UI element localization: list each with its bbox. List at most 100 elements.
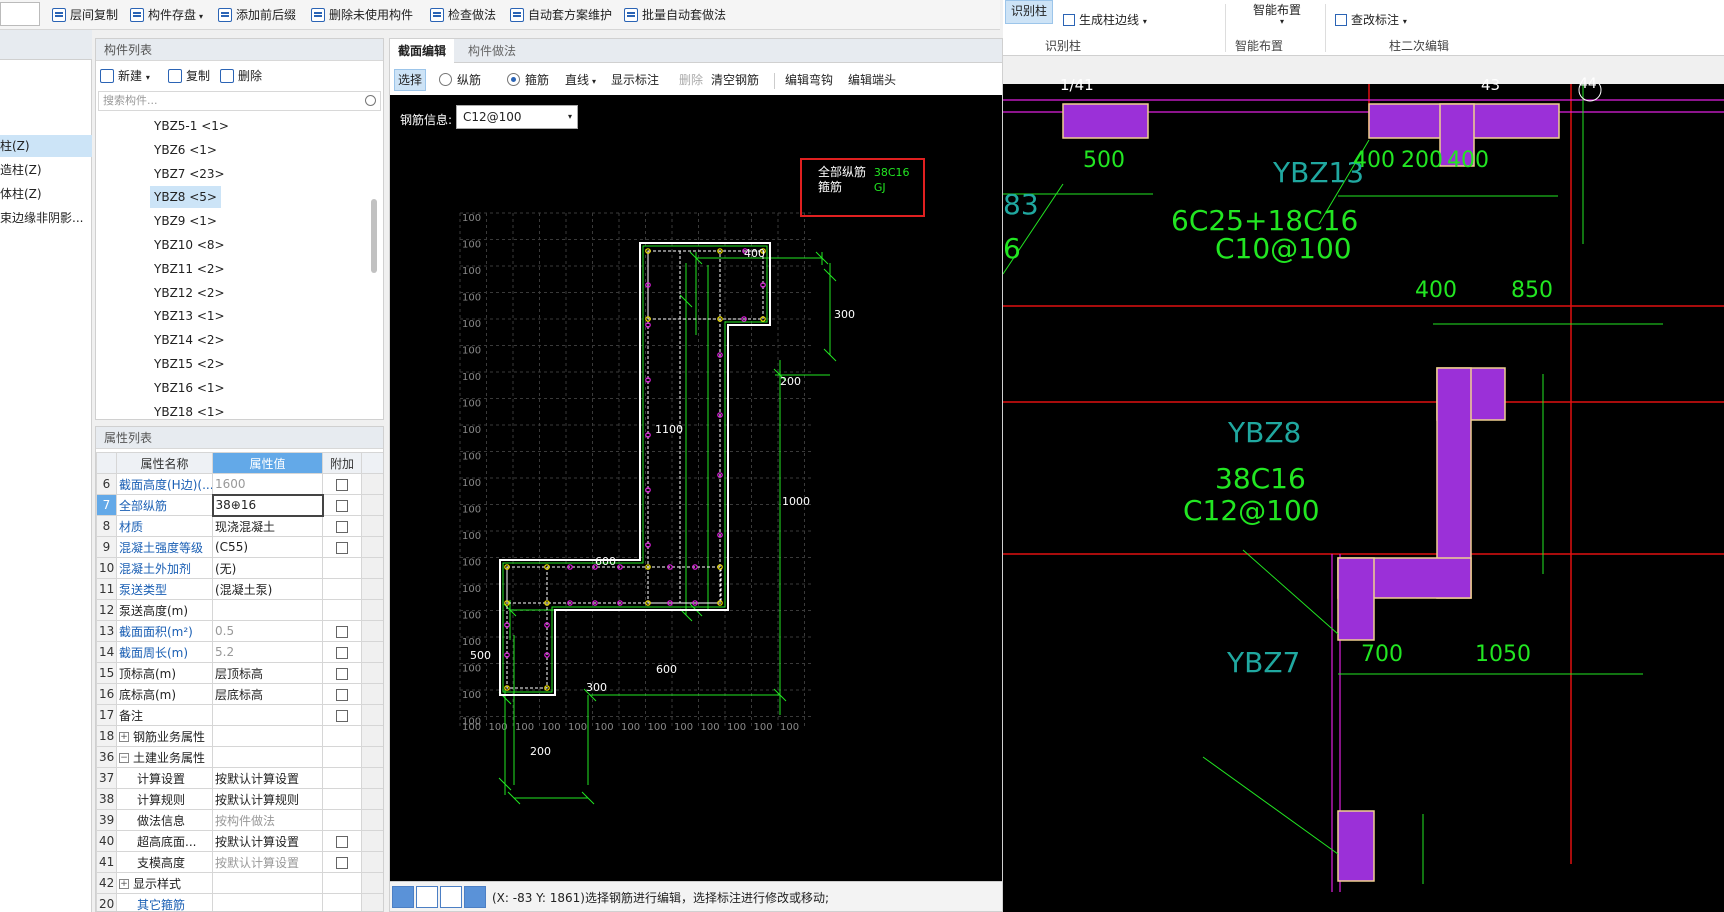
property-extra-cell[interactable] bbox=[322, 662, 362, 684]
property-row[interactable]: 9 混凝土强度等级 (C55) bbox=[96, 536, 383, 558]
property-value[interactable]: (混凝土泵) bbox=[212, 578, 323, 600]
property-value[interactable] bbox=[212, 746, 323, 768]
property-extra-cell[interactable] bbox=[322, 830, 362, 852]
snap-midpoint-icon[interactable] bbox=[464, 886, 486, 908]
property-extra-cell[interactable] bbox=[322, 683, 362, 705]
cad-drawing-area[interactable]: 1/41 43 44 YBZ13 6C25+18C16 C10@100 YBZ8… bbox=[1003, 76, 1724, 912]
edit-hook-button[interactable]: 编辑弯钩 bbox=[782, 69, 836, 91]
cad-label-ybz8[interactable]: YBZ8 bbox=[1228, 416, 1301, 449]
checkbox-icon[interactable] bbox=[336, 709, 348, 722]
property-extra-cell[interactable] bbox=[322, 704, 362, 726]
cad-dim[interactable]: 400 bbox=[1353, 148, 1395, 173]
tree-item-constructional-column[interactable]: 造柱(Z) bbox=[0, 159, 92, 181]
property-extra-cell[interactable] bbox=[322, 641, 362, 663]
property-value[interactable]: (C55) bbox=[212, 536, 323, 558]
snap-line-icon[interactable] bbox=[416, 886, 438, 908]
rebar-info-select[interactable]: C12@100 ▾ bbox=[456, 105, 578, 129]
cad-dim[interactable]: 850 bbox=[1511, 278, 1553, 303]
component-list-scrollbar[interactable] bbox=[371, 199, 377, 273]
dim-right-mid[interactable]: 1000 bbox=[782, 495, 810, 508]
property-row[interactable]: 6 截面高度(H边)(... 1600 bbox=[96, 473, 383, 495]
cad-dim[interactable]: 200 bbox=[1401, 148, 1443, 173]
dim-mid-left[interactable]: 600 bbox=[595, 555, 616, 568]
smart-layout-button[interactable]: 智能布置 bbox=[1253, 1, 1301, 18]
checkbox-icon[interactable] bbox=[336, 835, 348, 848]
property-row[interactable]: 41 支模高度 按默认计算设置 bbox=[96, 851, 383, 873]
property-row[interactable]: 17 备注 bbox=[96, 704, 383, 726]
cad-dim[interactable]: 500 bbox=[1083, 148, 1125, 173]
new-component-button[interactable]: 新建 ▾ bbox=[98, 66, 150, 86]
property-row[interactable]: 40 超高底面... 按默认计算设置 bbox=[96, 830, 383, 852]
property-value[interactable] bbox=[212, 704, 323, 726]
cad-dim[interactable]: 400 bbox=[1415, 278, 1457, 303]
check-method-button[interactable]: 检查做法 bbox=[428, 5, 496, 25]
property-value[interactable]: 1600 bbox=[212, 473, 323, 495]
component-item[interactable]: YBZ16 <1> bbox=[150, 377, 229, 399]
axis-label-43[interactable]: 43 bbox=[1481, 76, 1500, 94]
axis-label-1-41[interactable]: 1/41 bbox=[1060, 76, 1094, 94]
property-row[interactable]: 14 截面周长(m) 5.2 bbox=[96, 641, 383, 663]
component-item[interactable]: YBZ7 <23> bbox=[150, 163, 229, 185]
property-row[interactable]: 12 泵送高度(m) bbox=[96, 599, 383, 621]
component-search-input[interactable]: 搜索构件... bbox=[98, 91, 381, 111]
dim-left-bottom[interactable]: 500 bbox=[470, 649, 491, 662]
show-annotation-button[interactable]: 显示标注 bbox=[608, 69, 662, 91]
component-item[interactable]: YBZ5-1 <1> bbox=[150, 115, 233, 137]
cad-dim[interactable]: 1050 bbox=[1475, 642, 1531, 667]
component-item[interactable]: YBZ11 <2> bbox=[150, 258, 229, 280]
property-row[interactable]: 7 全部纵筋 38⊕16 bbox=[96, 493, 383, 517]
property-value[interactable]: 按默认计算设置 bbox=[212, 851, 323, 873]
identify-column-button[interactable]: 识别柱 bbox=[1005, 0, 1053, 24]
add-prefix-suffix-button[interactable]: 添加前后缀 bbox=[216, 5, 296, 25]
property-row[interactable]: 10 混凝土外加剂 (无) bbox=[96, 557, 383, 579]
tree-item-edge-non-shadow[interactable]: 束边缘非阴影... bbox=[0, 207, 92, 229]
property-row[interactable]: 13 截面面积(m²) 0.5 bbox=[96, 620, 383, 642]
checkbox-icon[interactable] bbox=[336, 667, 348, 680]
copy-between-floors-button[interactable]: 层间复制 bbox=[50, 5, 118, 25]
checkbox-icon[interactable] bbox=[336, 646, 348, 659]
tree-item-column[interactable]: 柱(Z) bbox=[0, 135, 92, 157]
checkbox-icon[interactable] bbox=[336, 541, 348, 554]
cad-stirrup-ybz13[interactable]: C10@100 bbox=[1215, 232, 1352, 265]
property-value-input[interactable]: 38⊕16 bbox=[211, 493, 324, 517]
checkbox-icon[interactable] bbox=[336, 478, 348, 491]
property-extra-cell[interactable] bbox=[322, 473, 362, 495]
property-row[interactable]: 20 其它箍筋 bbox=[96, 893, 383, 911]
cad-dim[interactable]: 700 bbox=[1361, 642, 1403, 667]
checkbox-icon[interactable] bbox=[336, 688, 348, 701]
property-row[interactable]: 37 计算设置 按默认计算设置 bbox=[96, 767, 383, 789]
cad-dim[interactable]: 400 bbox=[1447, 148, 1489, 173]
checkbox-icon[interactable] bbox=[336, 625, 348, 638]
property-value[interactable]: 层顶标高 bbox=[212, 662, 323, 684]
section-canvas[interactable]: 100 100 100 100 100 100 100 100 100 100 100 100 100 1… bbox=[390, 95, 1002, 881]
component-item[interactable]: YBZ6 <1> bbox=[150, 139, 221, 161]
query-annotation-button[interactable]: 查改标注 ▾ bbox=[1335, 11, 1407, 28]
component-item[interactable]: YBZ13 <1> bbox=[150, 305, 229, 327]
floor-combo[interactable] bbox=[0, 2, 40, 26]
property-value[interactable] bbox=[212, 893, 323, 911]
tree-item-masonry-column[interactable]: 体柱(Z) bbox=[0, 183, 92, 205]
property-value[interactable]: 0.5 bbox=[212, 620, 323, 642]
property-value[interactable] bbox=[212, 725, 323, 747]
property-row[interactable]: 16 底标高(m) 层底标高 bbox=[96, 683, 383, 705]
longitudinal-radio[interactable]: 纵筋 bbox=[436, 69, 484, 91]
expand-icon[interactable]: + bbox=[119, 732, 129, 742]
property-extra-cell[interactable] bbox=[322, 536, 362, 558]
property-row[interactable]: 18 + 钢筋业务属性 bbox=[96, 725, 383, 747]
component-item[interactable]: YBZ15 <2> bbox=[150, 353, 229, 375]
cad-label-ybz13[interactable]: YBZ13 bbox=[1273, 156, 1364, 189]
cad-plan[interactable] bbox=[1003, 84, 1724, 912]
copy-component-button[interactable]: 复制 bbox=[166, 66, 210, 86]
checkbox-icon[interactable] bbox=[336, 856, 348, 869]
property-extra-cell[interactable] bbox=[322, 851, 362, 873]
checkbox-icon[interactable] bbox=[336, 520, 348, 533]
delete-rebar-button[interactable]: 删除 bbox=[676, 69, 706, 91]
dim-bottom-right[interactable]: 600 bbox=[656, 663, 677, 676]
property-row[interactable]: 15 顶标高(m) 层顶标高 bbox=[96, 662, 383, 684]
cad-stirrup-ybz8[interactable]: C12@100 bbox=[1183, 494, 1320, 527]
component-item[interactable]: YBZ18 <1> bbox=[150, 401, 229, 423]
property-value[interactable]: 按构件做法 bbox=[212, 809, 323, 831]
property-row[interactable]: 8 材质 现浇混凝土 bbox=[96, 515, 383, 537]
property-row[interactable]: 36− 土建业务属性 bbox=[96, 746, 383, 768]
property-extra-cell[interactable] bbox=[322, 620, 362, 642]
